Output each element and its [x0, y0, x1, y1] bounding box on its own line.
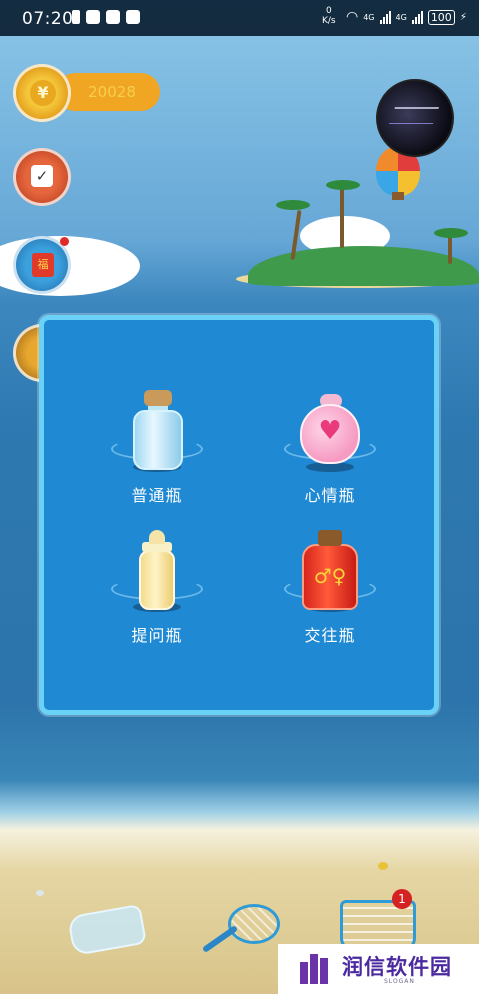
notification-icons: [72, 10, 140, 24]
game-scene: 07:20 0 K/s ◠ 4G 4G 100 ⚡ 20028 ¥ ✓ 福 普通…: [0, 0, 479, 994]
pebble: [36, 890, 44, 896]
watermark-logo-icon: [300, 954, 328, 984]
coin-balance[interactable]: 20028: [56, 73, 160, 111]
baby-bottle-icon: [107, 530, 207, 620]
net-icon: [228, 904, 280, 944]
palm-tree: [340, 188, 344, 248]
palm-leaves: [326, 180, 360, 190]
charging-icon: ⚡: [459, 11, 467, 23]
status-right: ◠ 4G 4G 100 ⚡: [346, 9, 467, 25]
option-normal-bottle[interactable]: 普通瓶: [92, 390, 222, 510]
option-label: 普通瓶: [131, 486, 183, 505]
watermark-slogan: SLOGAN: [384, 978, 415, 985]
wifi-icon: ◠: [346, 9, 359, 25]
bottle-type-dialog: 普通瓶 ♥ 心情瓶 提问瓶 ♂♀ 交往瓶: [39, 315, 439, 715]
clock: 07:20: [22, 9, 74, 29]
option-mood-bottle[interactable]: ♥ 心情瓶: [265, 390, 395, 510]
fish-net-button[interactable]: [200, 900, 280, 953]
red-packet-icon: 福: [32, 253, 54, 277]
battery-level: 100: [427, 9, 455, 25]
battery-saver-icon: [72, 10, 80, 24]
network-type-1: 4G: [363, 12, 375, 22]
option-question-bottle[interactable]: 提问瓶: [92, 530, 222, 650]
check-in-icon: ✓: [31, 165, 53, 187]
pebble: [378, 862, 388, 870]
net-speed: 0 K/s: [322, 6, 336, 26]
watermark: 润信软件园 SLOGAN: [278, 944, 479, 994]
basket-badge: 1: [392, 889, 412, 909]
palm-leaves: [434, 228, 468, 238]
yen-coin-icon: ¥: [30, 80, 56, 106]
palm-leaves: [276, 200, 310, 210]
notification-dot: [60, 237, 69, 246]
user-avatar[interactable]: [376, 79, 454, 157]
check-in-button[interactable]: ✓: [13, 148, 71, 206]
wechat-icon: [106, 10, 120, 24]
coin-button[interactable]: ¥: [13, 64, 71, 122]
gender-bottle-icon: ♂♀: [280, 530, 380, 620]
heart-bottle-icon: ♥: [280, 390, 380, 480]
network-type-2: 4G: [395, 12, 407, 22]
option-social-bottle[interactable]: ♂♀ 交往瓶: [265, 530, 395, 650]
option-label: 提问瓶: [131, 626, 183, 645]
app-notification-icon: [126, 10, 140, 24]
island: [248, 246, 479, 286]
glass-bottle-icon: [107, 390, 207, 480]
signal-icon: [379, 10, 391, 24]
throw-bottle-button[interactable]: [67, 903, 147, 957]
palm-tree: [448, 234, 452, 264]
option-label: 交往瓶: [304, 626, 356, 645]
shield-icon: [86, 10, 100, 24]
option-label: 心情瓶: [304, 486, 356, 505]
balloon-basket: [392, 192, 404, 200]
signal-icon-2: [411, 10, 423, 24]
watermark-title: 润信软件园: [342, 955, 452, 979]
status-bar: 07:20 0 K/s ◠ 4G 4G 100 ⚡: [0, 0, 479, 36]
